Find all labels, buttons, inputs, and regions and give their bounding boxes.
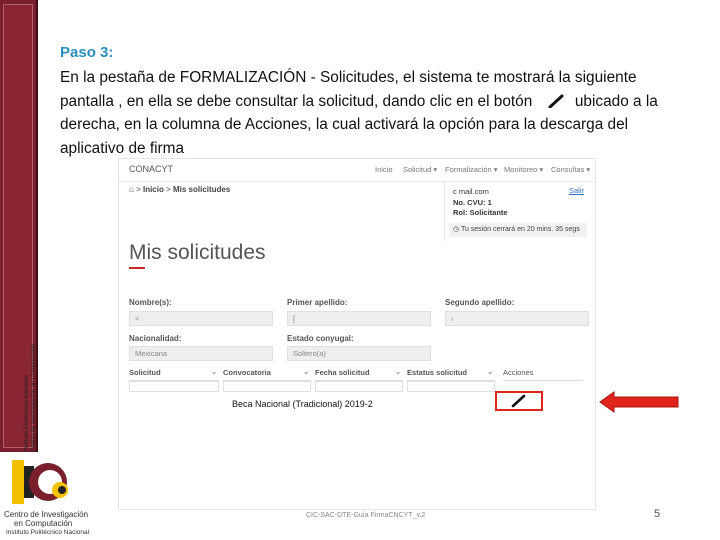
chevron-down-icon: ⌄ (395, 369, 401, 376)
clock-icon: ◷ (453, 226, 460, 233)
nombre-label: Nombre(s): (129, 298, 172, 307)
breadcrumb: ⌂ > Inicio > Mis solicitudes (129, 185, 231, 194)
user-cvu: No. CVU: 1 (453, 198, 492, 207)
app-brand[interactable]: CONACYT (129, 164, 173, 174)
cic-logo-icon (12, 460, 68, 504)
filter-estatus[interactable] (407, 381, 495, 392)
institution-caption: Centro de Investigación en Computación I… (4, 510, 104, 537)
session-timer-text: Tu sesión cerrará en 20 mins. 35 segs (460, 226, 580, 233)
filter-convocatoria[interactable] (223, 381, 311, 392)
app-screenshot: CONACYT Inicio Solicitud ▾ Formalización… (118, 158, 596, 510)
page-number: 5 (654, 508, 661, 520)
user-email: c mail.com (453, 187, 489, 196)
institution-line-3: Instituto Politécnico Nacional (6, 529, 90, 536)
sidebar-text-ipn: Instituto Politécnico Nacional (24, 375, 30, 452)
session-timer: ◷ Tu sesión cerrará en 20 mins. 35 segs (449, 223, 587, 237)
column-estatus-label: Estatus solicitud (407, 368, 468, 377)
chevron-down-icon: ⌄ (487, 369, 493, 376)
nav-consultas[interactable]: Consultas ▾ (551, 165, 590, 174)
estado-conyugal-input[interactable]: Soltero(a) (287, 346, 431, 361)
user-info-panel: c mail.com Salir No. CVU: 1 Rol: Solicit… (444, 181, 591, 241)
column-acciones: Acciones (503, 368, 583, 381)
breadcrumb-home[interactable]: Inicio (143, 185, 164, 194)
nav-inicio[interactable]: Inicio (375, 165, 393, 174)
step-title: Paso 3: (60, 44, 114, 61)
sidebar-text-cic: Centro de Investigación en Computación (31, 343, 37, 452)
page-title: Mis solicitudes (129, 241, 266, 264)
table-row: Beca Nacional (Tradicional) 2019-2 (232, 399, 373, 409)
primer-apellido-input[interactable]: [ (287, 311, 431, 326)
column-convocatoria[interactable]: Convocatoria ⌄ (223, 368, 311, 381)
institution-line-2: en Computación (14, 519, 73, 528)
chevron-down-icon: ⌄ (211, 369, 217, 376)
column-convocatoria-label: Convocatoria (223, 368, 271, 377)
nombre-input[interactable]: < (129, 311, 273, 326)
app-top-navbar: CONACYT Inicio Solicitud ▾ Formalización… (119, 159, 595, 182)
column-fecha-label: Fecha solicitud (315, 368, 370, 377)
nav-monitoreo[interactable]: Monitoreo ▾ (504, 165, 543, 174)
nav-solicitud[interactable]: Solicitud ▾ (403, 165, 437, 174)
nacionalidad-label: Nacionalidad: (129, 334, 182, 343)
nav-formalizacion[interactable]: Formalización ▾ (445, 165, 498, 174)
column-solicitud-label: Solicitud (129, 368, 161, 377)
primer-apellido-label: Primer apellido: (287, 298, 348, 307)
document-footer: CIC-SAC-DTE-Guía FirmaCNCYT_v.2 (306, 512, 426, 519)
breadcrumb-current: Mis solicitudes (172, 185, 231, 194)
column-solicitud[interactable]: Solicitud ⌄ (129, 368, 219, 381)
institution-line-1: Centro de Investigación (4, 510, 89, 519)
instruction-text: En la pestaña de FORMALIZACIÓN - Solicit… (60, 66, 670, 160)
segundo-apellido-label: Segundo apellido: (445, 298, 515, 307)
logout-link[interactable]: Salir (569, 186, 584, 195)
column-acciones-label: Acciones (503, 368, 534, 377)
title-underline (129, 267, 145, 269)
home-icon[interactable]: ⌂ (129, 185, 134, 194)
chevron-down-icon: ⌄ (303, 369, 309, 376)
pencil-icon (548, 94, 564, 109)
arrow-left-icon (599, 391, 679, 413)
column-estatus-solicitud[interactable]: Estatus solicitud ⌄ (407, 368, 495, 381)
estado-conyugal-label: Estado conyugal: (287, 334, 354, 343)
nacionalidad-input[interactable]: Mexicana (129, 346, 273, 361)
filter-fecha[interactable] (315, 381, 403, 392)
column-fecha-solicitud[interactable]: Fecha solicitud ⌄ (315, 368, 403, 381)
segundo-apellido-input[interactable]: › (445, 311, 589, 326)
edit-pencil-icon[interactable] (509, 394, 529, 408)
filter-solicitud[interactable] (129, 381, 219, 392)
user-role: Rol: Solicitante (453, 208, 508, 217)
